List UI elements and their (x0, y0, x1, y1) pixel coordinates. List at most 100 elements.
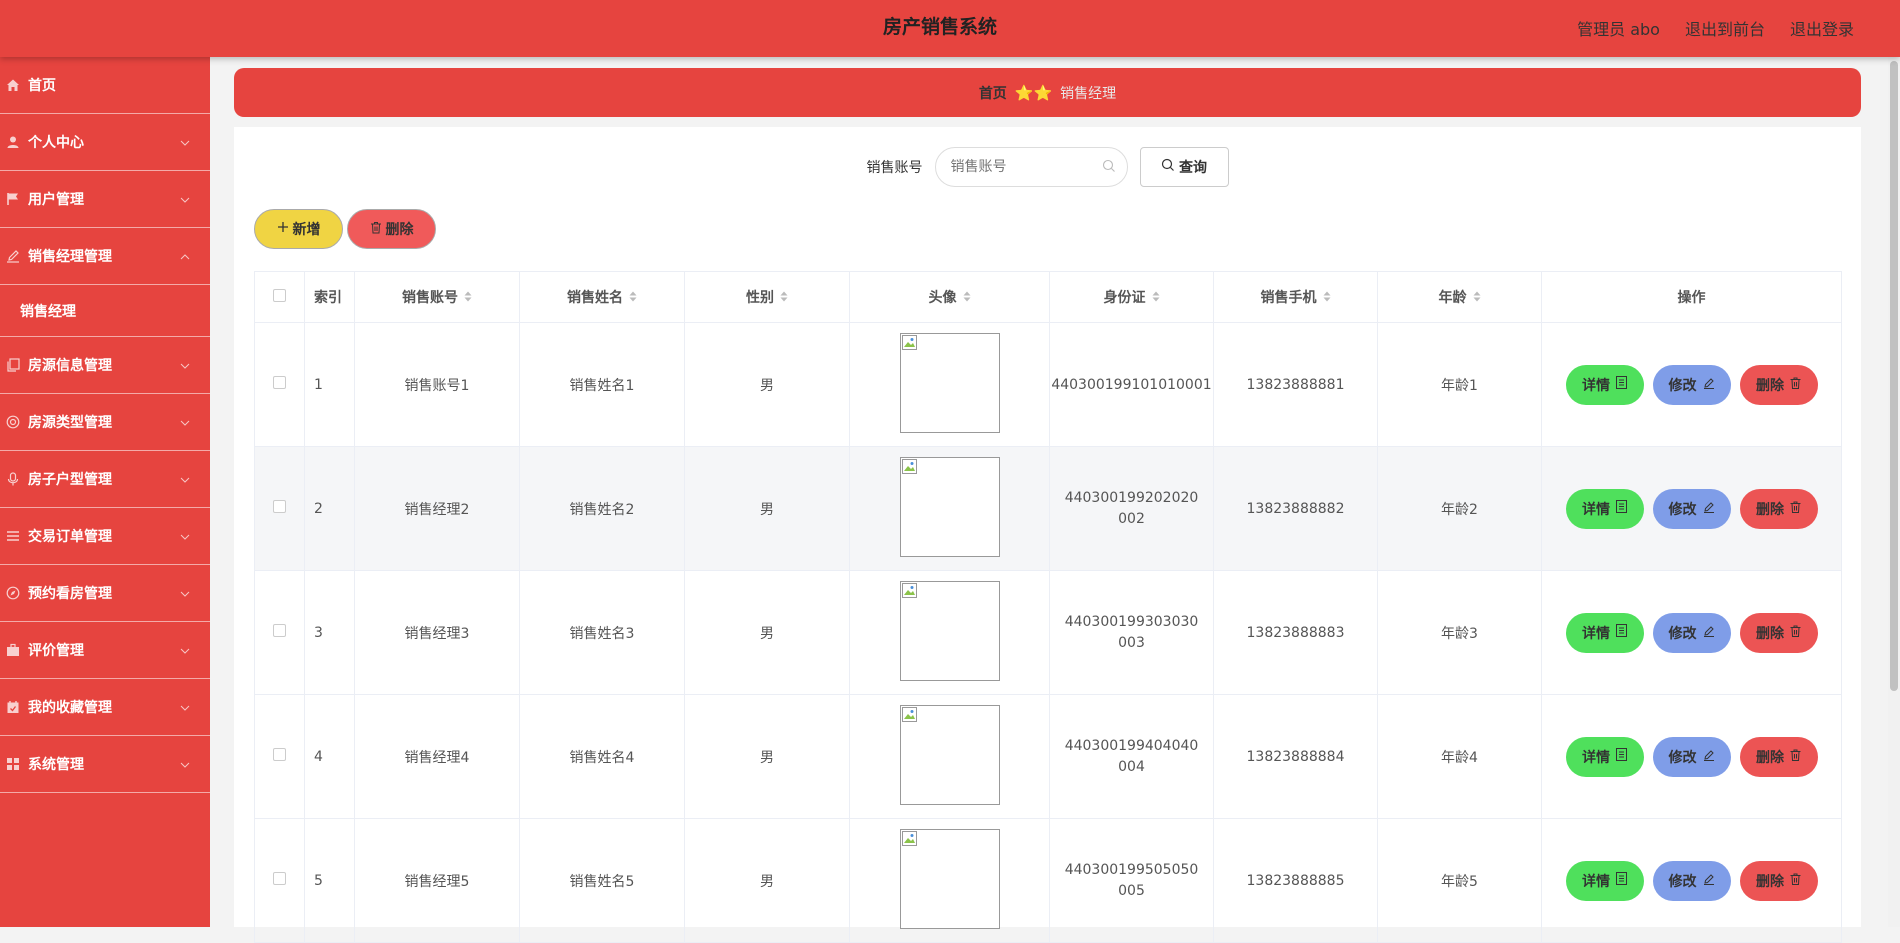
row-gender: 男 (684, 818, 850, 943)
admin-user-label[interactable]: 管理员 abo (1577, 16, 1660, 40)
document-icon (1616, 500, 1627, 517)
sort-icon[interactable] (780, 290, 788, 306)
query-button[interactable]: 查询 (1139, 147, 1229, 187)
row-id-card: 440300199505050005 (1049, 818, 1214, 943)
row-actions: 详情 修改 删除 (1542, 736, 1841, 777)
chevron-up-icon (180, 248, 190, 264)
scrollbar-thumb[interactable] (1890, 61, 1898, 691)
detail-button[interactable]: 详情 (1565, 488, 1644, 529)
header-avatar[interactable]: 头像 (849, 271, 1050, 323)
select-all-checkbox[interactable] (273, 288, 286, 302)
avatar[interactable] (899, 456, 1000, 557)
avatar[interactable] (899, 828, 1000, 929)
avatar[interactable] (899, 332, 1000, 433)
edit-button-label: 修改 (1668, 625, 1697, 642)
detail-button[interactable]: 详情 (1565, 736, 1644, 777)
search-input[interactable] (934, 147, 1128, 187)
header-phone-label: 销售手机 (1260, 290, 1317, 306)
sidebar-item-orders[interactable]: 交易订单管理 (0, 508, 210, 565)
edit-button[interactable]: 修改 (1652, 612, 1731, 653)
edit-button[interactable]: 修改 (1652, 488, 1731, 529)
top-links: 管理员 abo 退出到前台 退出登录 (1577, 0, 1854, 55)
sidebar-subitem-sales-manager[interactable]: 销售经理 (0, 285, 210, 337)
chevron-down-icon (180, 471, 190, 487)
sort-icon[interactable] (464, 290, 472, 306)
header-name[interactable]: 销售姓名 (519, 271, 685, 323)
sort-icon[interactable] (1323, 290, 1331, 306)
row-phone: 13823888882 (1213, 446, 1378, 571)
batch-delete-button-label: 删除 (385, 222, 414, 238)
back-to-front-link[interactable]: 退出到前台 (1685, 16, 1765, 40)
edit-button-label: 修改 (1668, 749, 1697, 766)
header-index: 索引 (304, 271, 355, 323)
row-index: 4 (304, 694, 355, 819)
add-button[interactable]: 新增 (254, 209, 343, 249)
detail-button-label: 详情 (1582, 749, 1610, 766)
sidebar-item-reviews[interactable]: 评价管理 (0, 622, 210, 679)
sidebar-item-listing-types[interactable]: 房源类型管理 (0, 394, 210, 451)
sidebar-item-home[interactable]: 首页 (0, 57, 210, 114)
row-checkbox[interactable] (273, 376, 286, 389)
detail-button[interactable]: 详情 (1565, 860, 1644, 901)
header-gender-label: 性别 (746, 290, 774, 306)
sidebar-item-system[interactable]: 系统管理 (0, 736, 210, 793)
sidebar: 首页 个人中心 用户管理 销售经理管理 销售经理 房源信息管理 房源类型管理 房… (0, 57, 210, 927)
edit-button-label: 修改 (1668, 873, 1697, 890)
trash-icon (1790, 625, 1801, 641)
sidebar-item-label: 房源信息管理 (28, 358, 112, 374)
sort-icon[interactable] (1152, 290, 1160, 306)
sidebar-item-personal-center[interactable]: 个人中心 (0, 114, 210, 171)
chevron-down-icon (180, 191, 190, 207)
sidebar-item-listings[interactable]: 房源信息管理 (0, 337, 210, 394)
row-avatar-cell (849, 818, 1050, 943)
chevron-down-icon (180, 414, 190, 430)
breadcrumb-home[interactable]: 首页 (979, 83, 1007, 103)
sidebar-item-label: 系统管理 (28, 757, 84, 773)
row-ops: 详情 修改 删除 (1541, 322, 1842, 447)
row-age: 年龄3 (1377, 570, 1542, 695)
avatar[interactable] (899, 704, 1000, 805)
edit-button[interactable]: 修改 (1652, 860, 1731, 901)
batch-delete-button[interactable]: 删除 (347, 209, 436, 249)
edit-button[interactable]: 修改 (1652, 736, 1731, 777)
logout-link[interactable]: 退出登录 (1790, 16, 1854, 40)
edit-button[interactable]: 修改 (1652, 364, 1731, 405)
delete-button[interactable]: 删除 (1739, 612, 1818, 653)
detail-button[interactable]: 详情 (1565, 612, 1644, 653)
delete-button-label: 删除 (1756, 749, 1784, 766)
sidebar-item-label: 交易订单管理 (28, 529, 112, 545)
list-icon (6, 529, 20, 543)
sidebar-item-house-layouts[interactable]: 房子户型管理 (0, 451, 210, 508)
sidebar-item-favorites[interactable]: 我的收藏管理 (0, 679, 210, 736)
header-account[interactable]: 销售账号 (354, 271, 520, 323)
delete-button[interactable]: 删除 (1739, 364, 1818, 405)
row-checkbox[interactable] (273, 624, 286, 637)
row-checkbox[interactable] (273, 748, 286, 761)
sort-icon[interactable] (1473, 290, 1481, 306)
header-phone[interactable]: 销售手机 (1213, 271, 1378, 323)
delete-button[interactable]: 删除 (1739, 488, 1818, 529)
sidebar-item-viewings[interactable]: 预约看房管理 (0, 565, 210, 622)
page-scrollbar[interactable] (1888, 57, 1900, 927)
sort-icon[interactable] (629, 290, 637, 306)
header-gender[interactable]: 性别 (684, 271, 850, 323)
header-id-card[interactable]: 身份证 (1049, 271, 1214, 323)
row-checkbox[interactable] (273, 872, 286, 885)
row-phone: 13823888881 (1213, 322, 1378, 447)
chevron-down-icon (180, 642, 190, 658)
sidebar-item-users[interactable]: 用户管理 (0, 171, 210, 228)
delete-button[interactable]: 删除 (1739, 736, 1818, 777)
table-row: 5 销售经理5 销售姓名5 男 440300199505050005 13823… (254, 818, 1842, 943)
document-icon (1616, 376, 1627, 393)
row-name: 销售姓名4 (519, 694, 685, 819)
detail-button[interactable]: 详情 (1565, 364, 1644, 405)
breadcrumb: 首页 ⭐⭐ 销售经理 (234, 68, 1861, 117)
header-age[interactable]: 年龄 (1377, 271, 1542, 323)
sort-icon[interactable] (963, 290, 971, 306)
table-row: 3 销售经理3 销售姓名3 男 440300199303030003 13823… (254, 570, 1842, 695)
avatar[interactable] (899, 580, 1000, 681)
delete-button[interactable]: 删除 (1739, 860, 1818, 901)
row-checkbox[interactable] (273, 500, 286, 513)
row-name: 销售姓名1 (519, 322, 685, 447)
sidebar-item-sales-manager-mgmt[interactable]: 销售经理管理 (0, 228, 210, 285)
